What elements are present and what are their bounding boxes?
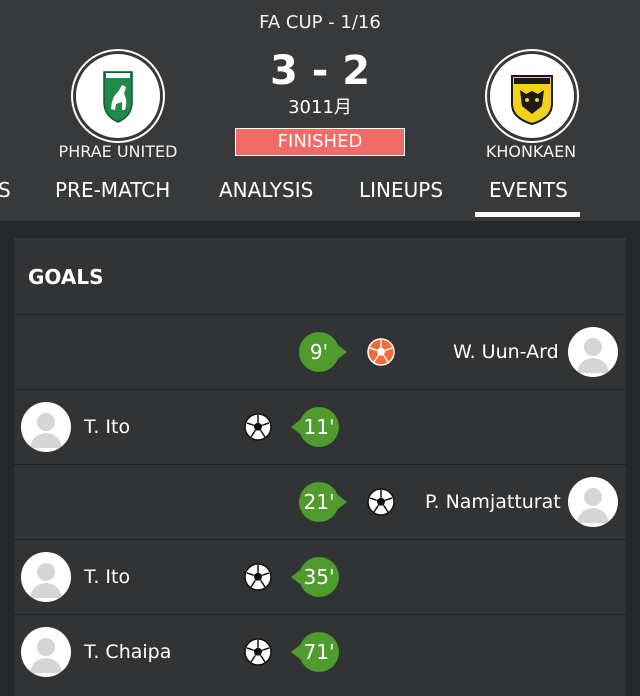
player-silhouette-icon [30, 638, 62, 673]
tab-events[interactable]: EVENTS [489, 178, 568, 202]
tab-lineups[interactable]: LINEUPS [359, 178, 443, 202]
active-tab-indicator [475, 212, 580, 217]
competition-title: FA CUP - 1/16 [259, 12, 381, 33]
minute-badge: 21' [299, 482, 347, 522]
minute-badge: 35' [291, 557, 339, 597]
minute-badge: 11' [291, 407, 339, 447]
minute-badge: 71' [291, 632, 339, 672]
player-silhouette-icon [577, 488, 609, 523]
goals-title: GOALS [28, 265, 104, 289]
tab-stats[interactable]: S [0, 178, 11, 202]
tab-pre-match[interactable]: PRE-MATCH [55, 178, 170, 202]
player-silhouette-icon [577, 338, 609, 373]
player-silhouette-icon [30, 563, 62, 598]
away-team-crest[interactable] [487, 51, 577, 141]
player-name[interactable]: T. Ito [84, 566, 130, 588]
goal-ball-icon [244, 638, 272, 666]
player-name[interactable]: T. Chaipa [84, 641, 171, 663]
player-avatar[interactable] [21, 627, 71, 677]
away-team-name[interactable]: KHONKAEN [441, 142, 621, 161]
goal-ball-icon [244, 563, 272, 591]
goal-ball-icon [244, 413, 272, 441]
player-name[interactable]: W. Uun-Ard [453, 341, 559, 363]
wolf-crest-icon [511, 75, 553, 126]
player-name[interactable]: T. Ito [84, 416, 130, 438]
minute-badge: 9' [299, 332, 347, 372]
status-badge: FINISHED [235, 128, 405, 156]
player-silhouette-icon [30, 413, 62, 448]
player-name[interactable]: P. Namjatturat [425, 491, 561, 513]
player-avatar[interactable] [568, 327, 618, 377]
player-avatar[interactable] [568, 477, 618, 527]
home-team-name[interactable]: PHRAE UNITED [28, 142, 208, 161]
goal-ball-icon [367, 488, 395, 516]
own-goal-ball-icon [367, 338, 395, 366]
player-avatar[interactable] [21, 402, 71, 452]
tab-analysis[interactable]: ANALYSIS [219, 178, 313, 202]
player-avatar[interactable] [21, 552, 71, 602]
